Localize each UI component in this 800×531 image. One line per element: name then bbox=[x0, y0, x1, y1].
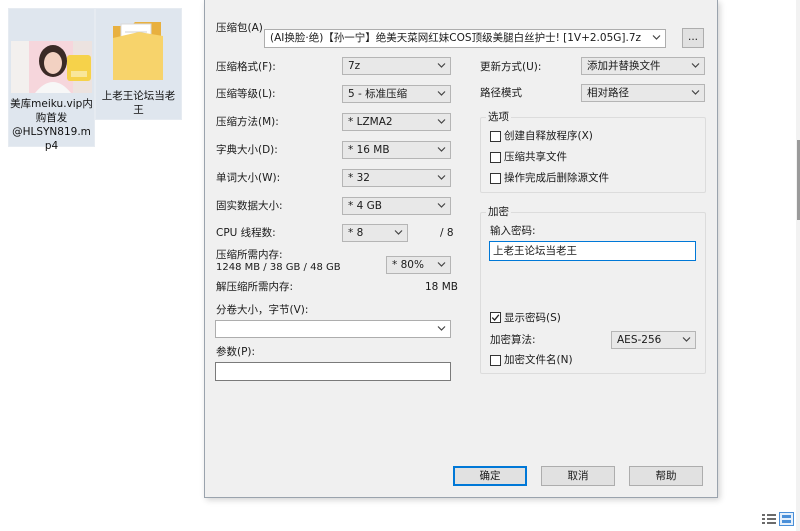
encryption-method-value: AES-256 bbox=[617, 334, 662, 346]
encryption-title: 加密 bbox=[486, 205, 511, 219]
desktop-folder[interactable]: 上老王论坛当老 王 bbox=[95, 8, 182, 120]
solid-value: * 4 GB bbox=[348, 200, 382, 212]
password-input[interactable]: 上老王论坛当老王 bbox=[489, 241, 696, 261]
memory-label: 压缩所需内存: bbox=[216, 249, 283, 261]
chevron-down-icon bbox=[437, 63, 446, 68]
cpu-max: / 8 bbox=[440, 227, 454, 239]
cpu-select[interactable]: * 8 bbox=[342, 224, 408, 242]
level-label: 压缩等级(L): bbox=[216, 88, 276, 100]
encrypt-names-label[interactable]: 加密文件名(N) bbox=[504, 353, 573, 367]
chevron-down-icon bbox=[682, 337, 691, 342]
folder-icon bbox=[113, 22, 163, 80]
chevron-down-icon bbox=[394, 230, 403, 235]
browse-button[interactable]: ... bbox=[682, 28, 704, 48]
split-label: 分卷大小，字节(V): bbox=[216, 304, 309, 316]
folder-name-line: 上老王论坛当老 bbox=[101, 90, 176, 102]
archive-path-value: (AI换脸·绝)【孙一宁】绝美天菜网红妹COS顶级美腿白丝护士! [1V+2.0… bbox=[270, 32, 642, 44]
cpu-label: CPU 线程数: bbox=[216, 227, 276, 239]
format-label: 压缩格式(F): bbox=[216, 61, 276, 73]
dict-value: * 16 MB bbox=[348, 144, 390, 156]
file-name-line: 购首发 bbox=[35, 112, 68, 124]
solid-label: 固实数据大小: bbox=[216, 200, 283, 212]
encryption-method-select[interactable]: AES-256 bbox=[611, 331, 696, 349]
sfx-checkbox[interactable] bbox=[490, 131, 501, 142]
params-label: 参数(P): bbox=[216, 346, 256, 358]
archive-path-combobox[interactable]: (AI换脸·绝)【孙一宁】绝美天菜网红妹COS顶级美腿白丝护士! [1V+2.0… bbox=[264, 29, 666, 48]
decompress-memory-label: 解压缩所需内存: bbox=[216, 281, 294, 293]
cancel-button[interactable]: 取消 bbox=[541, 466, 615, 486]
chevron-down-icon bbox=[437, 262, 446, 267]
desktop-file-video[interactable]: 美库meiku.vip内 购首发 @HLSYN819.m p4 bbox=[8, 8, 95, 152]
sfx-label[interactable]: 创建自释放程序(X) bbox=[504, 129, 593, 143]
solid-select[interactable]: * 4 GB bbox=[342, 197, 451, 215]
large-icons-view-icon[interactable] bbox=[779, 512, 794, 526]
chevron-down-icon bbox=[691, 63, 700, 68]
file-name-line: @HLSYN819.m bbox=[12, 126, 91, 138]
chevron-down-icon bbox=[691, 90, 700, 95]
update-mode-label: 更新方式(U): bbox=[480, 61, 542, 73]
word-value: * 32 bbox=[348, 172, 370, 184]
shared-files-checkbox[interactable] bbox=[490, 152, 501, 163]
file-name-line: p4 bbox=[44, 140, 59, 152]
level-select[interactable]: 5 - 标准压缩 bbox=[342, 85, 451, 103]
password-value: 上老王论坛当老王 bbox=[493, 245, 577, 257]
split-volume-combobox[interactable] bbox=[215, 320, 451, 338]
chevron-down-icon bbox=[437, 91, 446, 96]
delete-after-checkbox[interactable] bbox=[490, 173, 501, 184]
path-mode-select[interactable]: 相对路径 bbox=[581, 84, 705, 102]
chevron-down-icon bbox=[437, 326, 446, 331]
folder-name-line: 王 bbox=[133, 104, 144, 116]
show-password-checkbox[interactable] bbox=[490, 312, 501, 323]
delete-after-label[interactable]: 操作完成后删除源文件 bbox=[504, 171, 609, 185]
password-label: 输入密码: bbox=[490, 225, 536, 237]
shared-files-label[interactable]: 压缩共享文件 bbox=[504, 150, 567, 164]
memory-value: * 80% bbox=[392, 259, 424, 271]
word-label: 单词大小(W): bbox=[216, 172, 281, 184]
chevron-down-icon bbox=[437, 203, 446, 208]
chevron-down-icon bbox=[437, 119, 446, 124]
checkmark-icon bbox=[491, 314, 500, 321]
encrypt-names-checkbox[interactable] bbox=[490, 355, 501, 366]
options-title: 选项 bbox=[486, 110, 511, 124]
path-mode-label: 路径模式 bbox=[480, 87, 522, 99]
help-button[interactable]: 帮助 bbox=[629, 466, 703, 486]
show-password-label[interactable]: 显示密码(S) bbox=[504, 311, 561, 325]
chevron-down-icon bbox=[437, 175, 446, 180]
video-thumbnail-icon bbox=[11, 41, 92, 93]
word-select[interactable]: * 32 bbox=[342, 169, 451, 187]
update-mode-value: 添加并替换文件 bbox=[587, 60, 661, 72]
archive-label: 压缩包(A) bbox=[216, 22, 263, 34]
method-select[interactable]: * LZMA2 bbox=[342, 113, 451, 131]
chevron-down-icon bbox=[652, 35, 661, 40]
format-value: 7z bbox=[348, 60, 361, 72]
path-mode-value: 相对路径 bbox=[587, 87, 629, 99]
encryption-method-label: 加密算法: bbox=[490, 334, 536, 346]
details-view-icon[interactable] bbox=[762, 513, 776, 525]
dict-select[interactable]: * 16 MB bbox=[342, 141, 451, 159]
cpu-value: * 8 bbox=[348, 227, 364, 239]
desktop-scrollbar[interactable] bbox=[796, 0, 800, 531]
format-select[interactable]: 7z bbox=[342, 57, 451, 75]
params-input[interactable] bbox=[215, 362, 451, 381]
ok-button[interactable]: 确定 bbox=[453, 466, 527, 486]
add-to-archive-dialog: 压缩包(A) (AI换脸·绝)【孙一宁】绝美天菜网红妹COS顶级美腿白丝护士! … bbox=[204, 0, 718, 498]
decompress-memory-value: 18 MB bbox=[425, 281, 458, 293]
memory-detail: 1248 MB / 38 GB / 48 GB bbox=[216, 262, 341, 273]
method-value: * LZMA2 bbox=[348, 116, 393, 128]
chevron-down-icon bbox=[437, 147, 446, 152]
method-label: 压缩方法(M): bbox=[216, 116, 279, 128]
file-name-line: 美库meiku.vip内 bbox=[10, 98, 93, 110]
update-mode-select[interactable]: 添加并替换文件 bbox=[581, 57, 705, 75]
dict-label: 字典大小(D): bbox=[216, 144, 278, 156]
memory-select[interactable]: * 80% bbox=[386, 256, 451, 274]
level-value: 5 - 标准压缩 bbox=[348, 88, 408, 100]
